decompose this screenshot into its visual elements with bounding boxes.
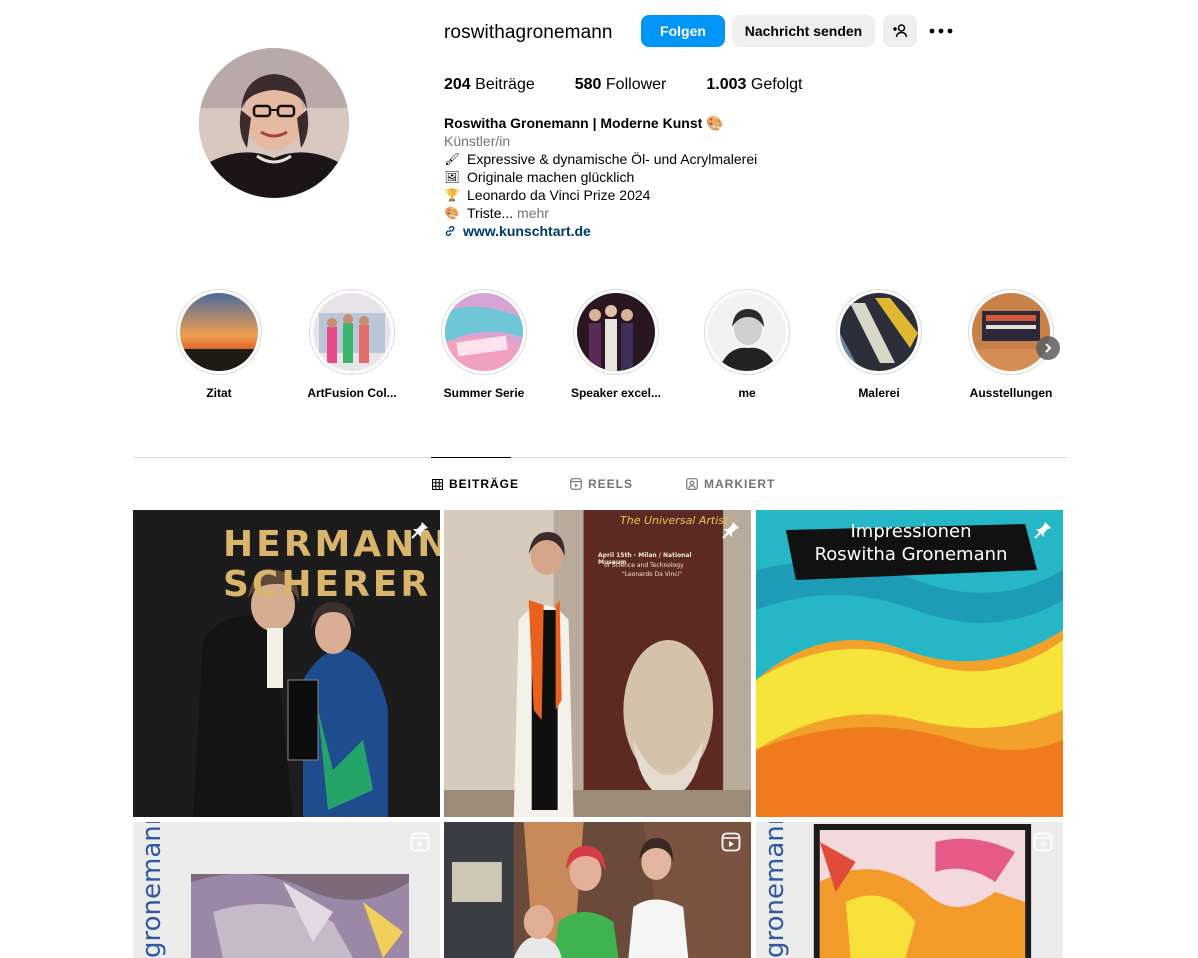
post-text: of Science and Technology: [604, 562, 684, 569]
highlight-me[interactable]: me: [692, 289, 802, 400]
more-options-icon: [929, 28, 953, 34]
profile-username: roswithagronemann: [444, 22, 613, 43]
tagged-user-icon: [686, 478, 698, 490]
post-text: The Universal Artist: [620, 514, 729, 527]
picture-emoji: 🖼: [444, 170, 460, 184]
website-link[interactable]: www.kunschtart.de: [444, 222, 757, 240]
post-image: [133, 822, 440, 958]
tab-posts[interactable]: BEITRÄGE: [432, 477, 519, 491]
pinned-icon: [411, 522, 428, 539]
following-count[interactable]: 1.003 Gefolgt: [706, 76, 802, 94]
reel-icon: [1033, 832, 1053, 852]
brush-emoji: 🖌: [444, 152, 460, 166]
highlight-malerei[interactable]: Malerei: [824, 289, 934, 400]
message-button[interactable]: Nachricht senden: [732, 15, 875, 47]
post-text: gronemann: [137, 822, 167, 958]
highlight-thumb: [972, 293, 1050, 371]
highlight-thumb: [445, 293, 523, 371]
highlight-thumb: [708, 293, 786, 371]
profile-full-name: Roswitha Gronemann | Moderne Kunst 🎨: [444, 115, 724, 131]
profile-bio: Roswitha Gronemann | Moderne Kunst 🎨 Kün…: [444, 114, 757, 240]
post-text: "Leonardo Da Vinci": [622, 571, 682, 578]
followers-count[interactable]: 580 Follower: [575, 76, 667, 94]
post-tile[interactable]: HERMANN SCHERER: [133, 510, 440, 817]
tab-tagged[interactable]: MARKIERT: [686, 477, 775, 491]
profile-avatar[interactable]: [199, 48, 349, 198]
reel-icon: [721, 832, 741, 852]
options-button[interactable]: [925, 15, 957, 47]
highlight-speaker[interactable]: Speaker excel...: [561, 289, 671, 400]
active-tab-indicator: [431, 457, 511, 458]
highlight-thumb: [577, 293, 655, 371]
post-tile[interactable]: gronemann: [756, 822, 1063, 958]
profile-category: Künstler/in: [444, 133, 511, 149]
tabs-divider: [133, 457, 1068, 458]
highlight-thumb: [180, 293, 258, 371]
post-title: Impressionen Roswitha Gronemann: [814, 521, 1008, 565]
bio-line: 🏆 Leonardo da Vinci Prize 2024: [444, 187, 651, 203]
bio-line: 🎨 Triste... mehr: [444, 204, 549, 222]
follow-button[interactable]: Folgen: [641, 15, 725, 47]
link-icon: [445, 225, 455, 237]
posts-count: 204 Beiträge: [444, 76, 535, 93]
post-tile[interactable]: The Universal Artist April 15th - Milan …: [444, 510, 751, 817]
post-tile[interactable]: Impressionen Roswitha Gronemann: [756, 510, 1063, 817]
bio-line: 🖼 Originale machen glücklich: [444, 169, 635, 185]
post-image: [444, 822, 751, 958]
chevron-right-icon: [1045, 343, 1052, 353]
palette-emoji: 🎨: [444, 206, 460, 220]
post-image: [756, 822, 1063, 958]
post-text: HERMANN: [223, 524, 440, 565]
post-text: SCHERER: [223, 564, 432, 605]
suggested-users-button[interactable]: [883, 15, 917, 47]
pinned-icon: [722, 522, 739, 539]
bio-more-link[interactable]: mehr: [517, 204, 549, 222]
highlights-next-button[interactable]: [1036, 336, 1060, 360]
pinned-icon: [1034, 522, 1051, 539]
profile-stats: 204 Beiträge 580 Follower 1.003 Gefolgt: [444, 76, 842, 94]
reel-icon: [410, 832, 430, 852]
story-highlights: Zitat ArtFusion Col... Summer Serie Spea…: [176, 289, 1060, 409]
trophy-emoji: 🏆: [444, 188, 460, 202]
grid-icon: [432, 478, 443, 490]
reels-icon: [570, 478, 582, 490]
post-tile[interactable]: gronemann: [133, 822, 440, 958]
add-person-icon: [893, 24, 908, 38]
profile-tabs: BEITRÄGE REELS MARKIERT: [0, 477, 1198, 493]
post-tile[interactable]: [444, 822, 751, 958]
bio-line: 🖌 Expressive & dynamische Öl- und Acrylma…: [444, 151, 758, 167]
highlight-thumb: [840, 293, 918, 371]
highlight-artfusion[interactable]: ArtFusion Col...: [297, 289, 407, 400]
post-text: gronemann: [760, 822, 790, 958]
highlight-thumb: [313, 293, 391, 371]
highlight-zitat[interactable]: Zitat: [164, 289, 274, 400]
tab-reels[interactable]: REELS: [570, 477, 633, 491]
avatar-image: [199, 48, 349, 198]
highlight-summer-serie[interactable]: Summer Serie: [429, 289, 539, 400]
